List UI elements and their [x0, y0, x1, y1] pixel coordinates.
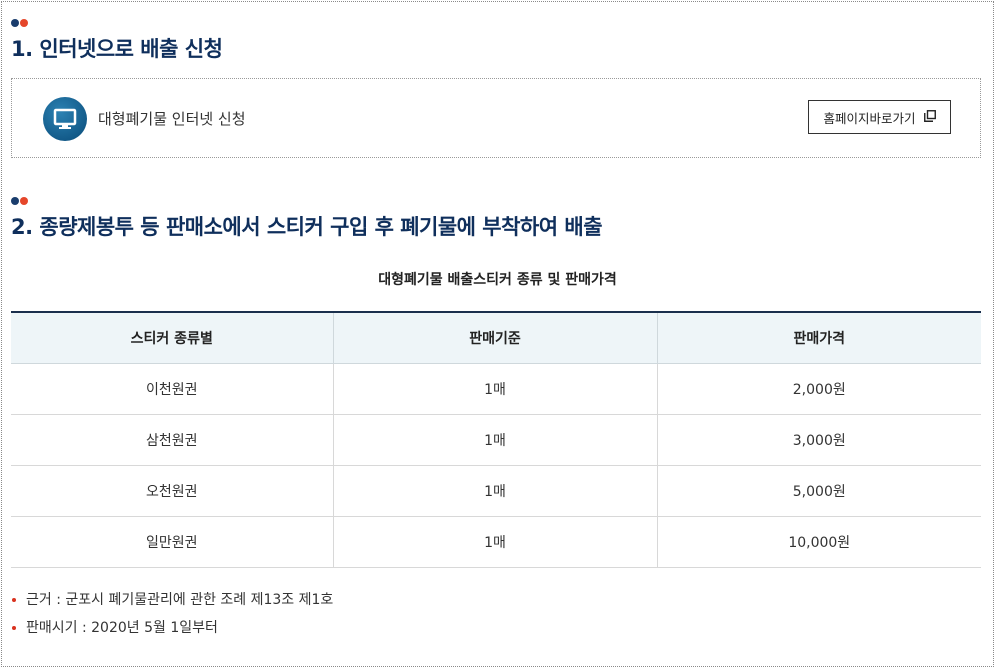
header-sale-unit: 판매기준: [333, 312, 658, 364]
cell-sticker-type: 일만원권: [11, 516, 334, 568]
note-item: 근거 : 군포시 폐기물관리에 관한 조례 제13조 제1호: [11, 590, 333, 618]
cell-sale-price: 5,000원: [657, 465, 981, 517]
homepage-shortcut-button[interactable]: 홈페이지바로가기: [808, 100, 951, 134]
header-sale-price: 판매가격: [657, 312, 981, 364]
new-window-icon: [923, 109, 936, 125]
bullet-icon: [12, 626, 16, 630]
notes-list: 근거 : 군포시 폐기물관리에 관한 조례 제13조 제1호 판매시기 : 20…: [11, 590, 333, 646]
cell-sale-unit: 1매: [333, 414, 658, 466]
note-sale-date: 판매시기 : 2020년 5월 1일부터: [26, 620, 218, 636]
internet-apply-label: 대형폐기물 인터넷 신청: [98, 110, 246, 128]
table-header-row: 스티커 종류별 판매기준 판매가격: [11, 312, 981, 364]
cell-sticker-type: 이천원권: [11, 363, 334, 415]
header-sticker-type: 스티커 종류별: [11, 312, 334, 364]
bullet-icon: [12, 598, 16, 602]
note-legal-basis: 근거 : 군포시 폐기물관리에 관한 조례 제13조 제1호: [26, 592, 334, 608]
table-row: 일만원권 1매 10,000원: [11, 516, 981, 568]
internet-apply-box: 대형폐기물 인터넷 신청 홈페이지바로가기: [11, 78, 981, 158]
cell-sale-price: 10,000원: [657, 516, 981, 568]
navy-dot: [11, 19, 19, 27]
section-marker-dots: [11, 197, 28, 205]
cell-sale-unit: 1매: [333, 516, 658, 568]
note-item: 판매시기 : 2020년 5월 1일부터: [11, 618, 333, 646]
table-caption: 대형폐기물 배출스티커 종류 및 판매가격: [378, 272, 617, 288]
monitor-icon: [43, 97, 87, 141]
table-row: 오천원권 1매 5,000원: [11, 465, 981, 517]
homepage-shortcut-label: 홈페이지바로가기: [823, 110, 916, 126]
table-row: 삼천원권 1매 3,000원: [11, 414, 981, 466]
table-row: 이천원권 1매 2,000원: [11, 363, 981, 415]
cell-sale-price: 3,000원: [657, 414, 981, 466]
cell-sticker-type: 삼천원권: [11, 414, 334, 466]
section-marker-dots: [11, 19, 28, 27]
section-title-sticker: 2. 종량제봉투 등 판매소에서 스티커 구입 후 폐기물에 부착하여 배출: [11, 215, 603, 239]
cell-sticker-type: 오천원권: [11, 465, 334, 517]
cell-sale-price: 2,000원: [657, 363, 981, 415]
red-dot: [20, 197, 28, 205]
sticker-price-table: 스티커 종류별 판매기준 판매가격 이천원권 1매 2,000원 삼천원권 1매…: [11, 311, 981, 568]
red-dot: [20, 19, 28, 27]
navy-dot: [11, 197, 19, 205]
cell-sale-unit: 1매: [333, 363, 658, 415]
section-title-internet: 1. 인터넷으로 배출 신청: [11, 37, 223, 61]
cell-sale-unit: 1매: [333, 465, 658, 517]
